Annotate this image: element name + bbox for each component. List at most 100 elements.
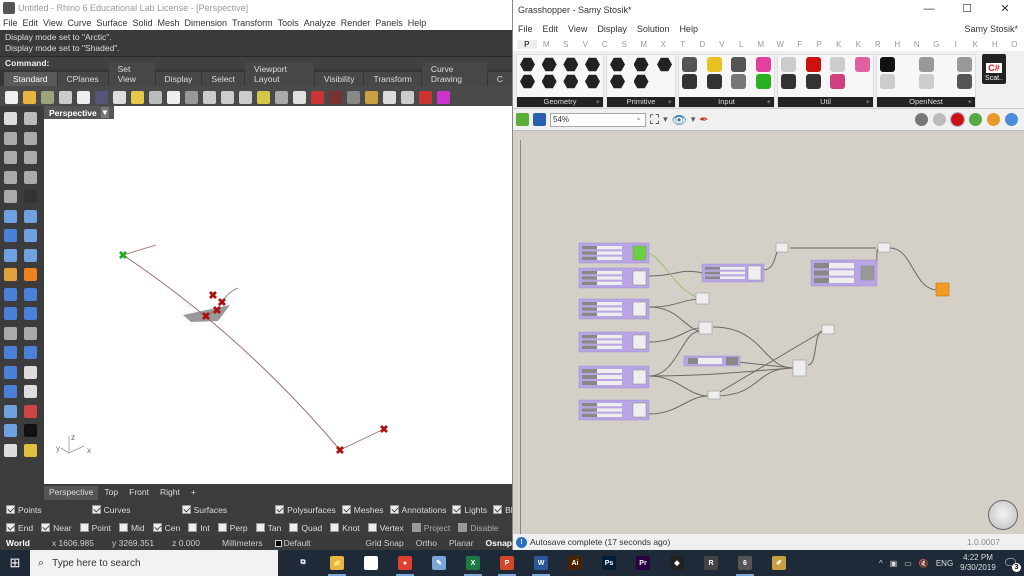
import-icon[interactable] xyxy=(682,57,697,72)
checkbox-annotations[interactable]: Annotations xyxy=(384,505,446,515)
number-icon[interactable] xyxy=(610,74,625,89)
category-tab[interactable]: V xyxy=(712,40,732,49)
fillet-icon[interactable] xyxy=(24,190,37,203)
cluster-component[interactable] xyxy=(578,365,650,389)
rotate-view-icon[interactable] xyxy=(185,90,198,104)
material-icon[interactable] xyxy=(419,90,432,104)
checkbox-curves[interactable]: Curves xyxy=(86,505,131,515)
boolean-icon[interactable] xyxy=(610,57,625,72)
arrow-icon[interactable] xyxy=(805,74,821,89)
lock-icon[interactable] xyxy=(401,90,414,104)
surface-icon[interactable] xyxy=(541,74,557,89)
preview-wireframe-icon[interactable] xyxy=(933,113,946,126)
control-point[interactable]: ✖ xyxy=(379,424,388,436)
cluster-component[interactable] xyxy=(578,267,650,289)
taskbar-app-illustrator[interactable]: Ai xyxy=(558,550,592,576)
save-icon[interactable] xyxy=(533,113,546,126)
wire[interactable] xyxy=(648,298,702,308)
extrude-pts-icon[interactable] xyxy=(24,385,37,398)
maximize-button[interactable]: ☐ xyxy=(948,0,986,19)
checkbox-vertex[interactable]: Vertex xyxy=(362,523,404,533)
extrude-icon[interactable] xyxy=(24,209,37,223)
category-tab[interactable]: M xyxy=(634,40,654,49)
wire[interactable] xyxy=(648,270,704,277)
print-icon[interactable] xyxy=(59,90,72,104)
checkbox-near[interactable]: Near xyxy=(35,523,72,533)
category-tab[interactable]: T xyxy=(673,40,693,49)
integer-icon[interactable] xyxy=(633,57,649,72)
array-grid-icon[interactable] xyxy=(4,365,17,379)
pan-hand-icon[interactable] xyxy=(167,90,180,104)
toolbar-tab-display[interactable]: Display xyxy=(155,72,202,86)
project-icon[interactable] xyxy=(24,365,37,379)
zoom-dynamic-icon[interactable] xyxy=(203,90,216,104)
text-T-icon[interactable] xyxy=(880,74,895,89)
gh-menu-display[interactable]: Display xyxy=(597,24,627,34)
gumball-icon[interactable] xyxy=(24,404,37,418)
toolbar-tab-standard[interactable]: Standard xyxy=(4,72,57,86)
toolbar-tab-transform[interactable]: Transform xyxy=(364,72,421,86)
category-tab[interactable]: H xyxy=(888,40,908,49)
pipe-icon[interactable] xyxy=(24,248,37,262)
arrow-outline-icon[interactable] xyxy=(830,57,846,72)
gradient-icon[interactable] xyxy=(755,57,771,72)
taskbar-app-word[interactable]: W xyxy=(524,550,558,576)
layer-indicator[interactable]: Default xyxy=(269,538,317,548)
taskbar-app-paint[interactable]: ✎ xyxy=(422,550,456,576)
curve-icon[interactable] xyxy=(541,57,557,72)
ribbon-group-label[interactable]: Util xyxy=(778,97,873,107)
menu-tools[interactable]: Tools xyxy=(278,18,299,28)
circle-icon[interactable] xyxy=(520,74,535,89)
swatch-icon[interactable] xyxy=(755,74,771,89)
taskbar-app-powerpoint[interactable]: P xyxy=(490,550,524,576)
info-icon[interactable]: ! xyxy=(516,536,527,548)
grid-snap-toggle[interactable]: Grid Snap xyxy=(359,538,409,548)
taskbar-app-rhino5[interactable]: R xyxy=(694,550,728,576)
text-icon[interactable] xyxy=(633,74,649,89)
start-button[interactable]: ⊞ xyxy=(0,555,30,571)
viewport-tab-top[interactable]: Top xyxy=(99,486,124,500)
ellipse-icon[interactable] xyxy=(24,151,37,164)
group-icon[interactable] xyxy=(4,307,17,320)
wire[interactable] xyxy=(807,330,824,366)
cluster-component[interactable] xyxy=(810,259,878,287)
output-panel[interactable] xyxy=(935,282,950,297)
flask-icon[interactable] xyxy=(854,57,870,72)
zoom-window-icon[interactable] xyxy=(221,90,234,104)
trim-icon[interactable] xyxy=(24,287,37,301)
category-tab[interactable]: K xyxy=(849,40,869,49)
undo-icon[interactable] xyxy=(149,90,162,104)
gh-menu-edit[interactable]: Edit xyxy=(543,24,559,34)
cluster-component[interactable] xyxy=(578,331,650,353)
chevron-down-icon[interactable]: ▾ xyxy=(691,114,696,125)
checkbox-tan[interactable]: Tan xyxy=(250,523,281,533)
parallelogram-icon[interactable] xyxy=(957,57,972,72)
zoom-extents-icon[interactable]: ⛶ xyxy=(650,112,659,128)
sheet-icon[interactable] xyxy=(918,74,934,89)
show-icon[interactable] xyxy=(347,90,360,104)
gh-menu-file[interactable]: File xyxy=(518,24,533,34)
toolbar-tab-curve-drawing[interactable]: Curve Drawing xyxy=(421,62,487,86)
control-point[interactable]: ✖ xyxy=(212,305,221,317)
circle-icon[interactable] xyxy=(4,151,17,164)
ortho-toggle[interactable]: Ortho xyxy=(410,538,443,548)
viewport-tab-right[interactable]: Right xyxy=(154,486,185,500)
volume-muted-icon[interactable]: 🔇 xyxy=(919,559,929,568)
preview-off-icon[interactable] xyxy=(915,113,928,126)
paste-icon[interactable] xyxy=(131,90,144,104)
checkbox-point[interactable]: Point xyxy=(74,523,111,533)
control-point[interactable]: ✖ xyxy=(335,445,344,457)
menu-view[interactable]: View xyxy=(43,18,62,28)
menu-surface[interactable]: Surface xyxy=(96,18,127,28)
category-tab[interactable]: G xyxy=(927,40,947,49)
clock[interactable]: 4:22 PM 9/30/2019 xyxy=(960,553,996,573)
category-tab[interactable]: M xyxy=(537,40,557,49)
menu-dimension[interactable]: Dimension xyxy=(184,18,227,28)
menu-analyze[interactable]: Analyze xyxy=(304,18,336,28)
toolbar-tab-viewport-layout[interactable]: Viewport Layout xyxy=(245,62,314,86)
relay-param[interactable] xyxy=(821,324,835,335)
array-icon[interactable] xyxy=(24,307,37,320)
wire[interactable] xyxy=(648,375,709,397)
relay-param[interactable] xyxy=(877,242,891,253)
checkbox-project[interactable]: Project xyxy=(406,523,450,533)
